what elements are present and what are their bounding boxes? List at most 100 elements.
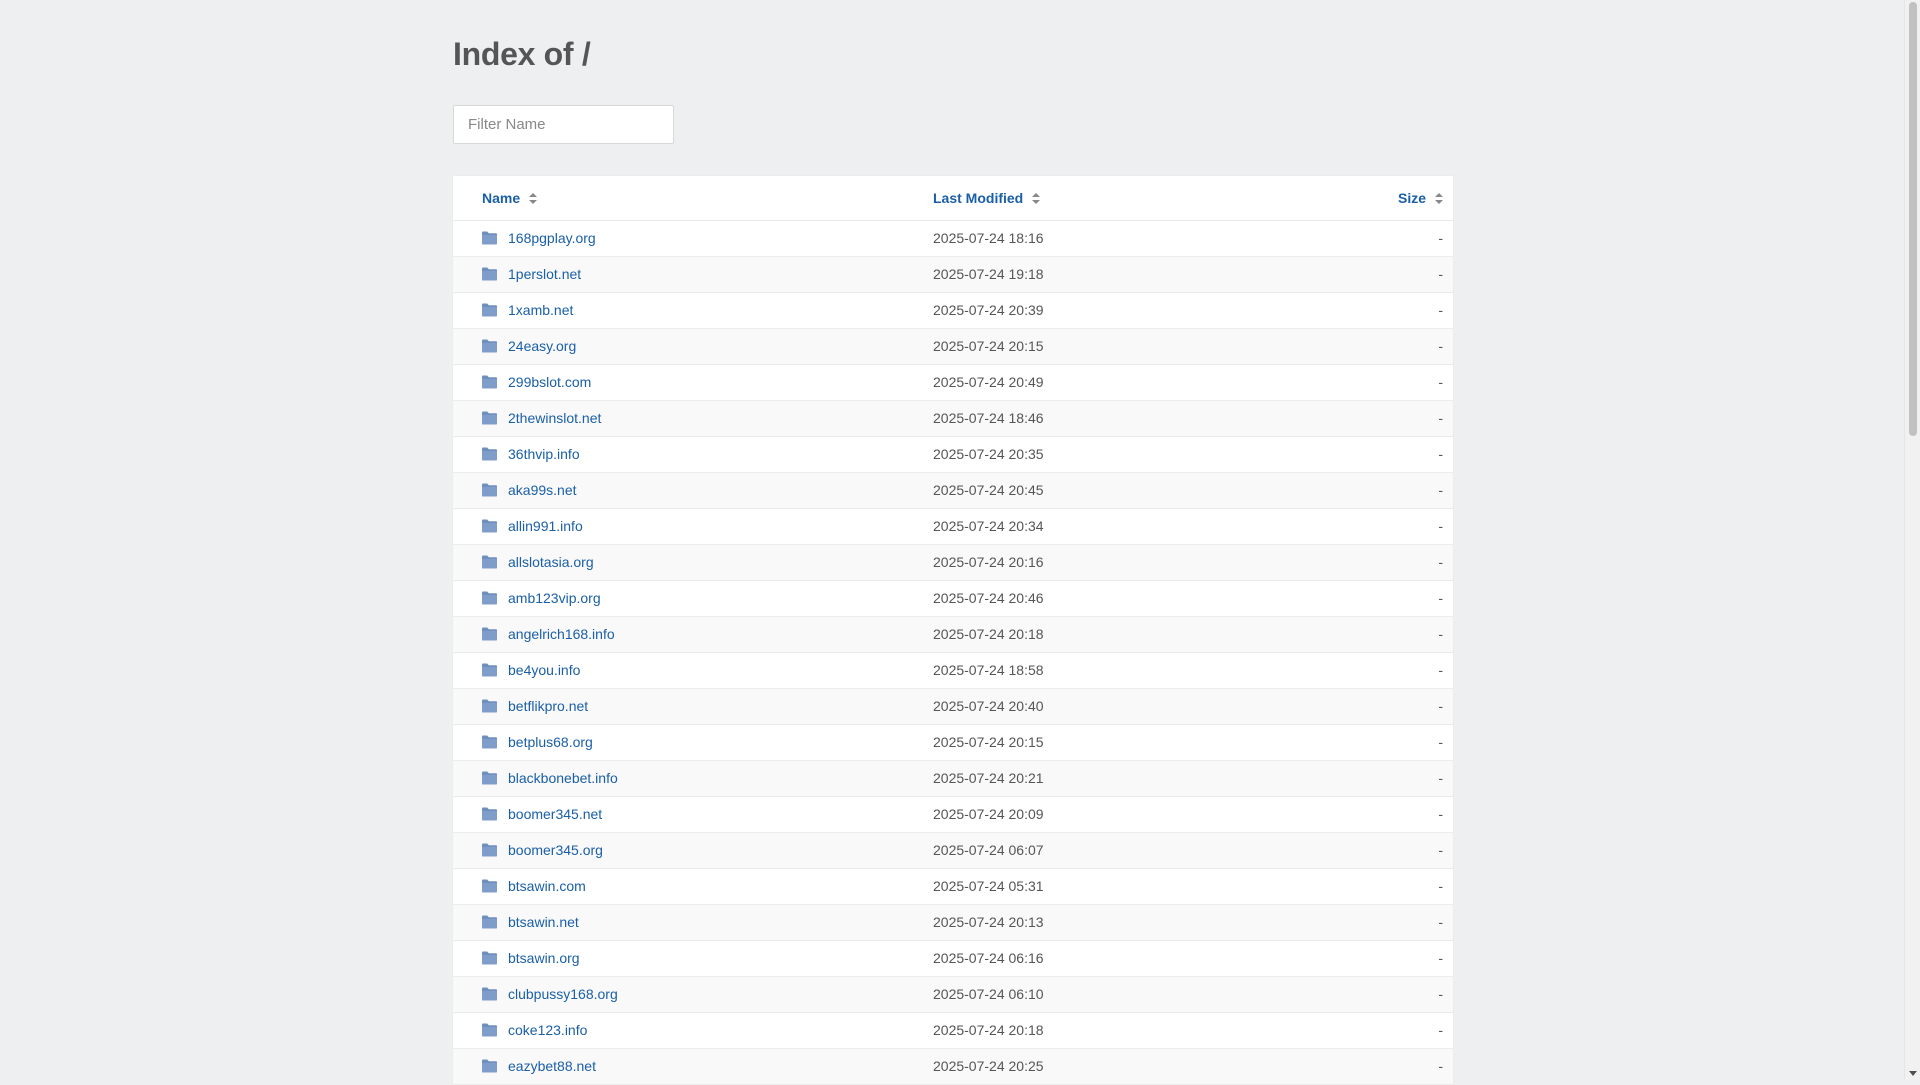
entry-name-link[interactable]: amb123vip.org bbox=[508, 590, 601, 607]
folder-icon bbox=[482, 699, 497, 713]
entry-name-link[interactable]: blackbonebet.info bbox=[508, 770, 618, 787]
list-item: amb123vip.org 2025-07-24 20:46 - bbox=[453, 581, 1453, 617]
entry-modified-date: 2025-07-24 20:15 bbox=[933, 338, 1044, 354]
folder-icon bbox=[482, 951, 497, 965]
vertical-scrollbar[interactable] bbox=[1904, 0, 1920, 1080]
list-item: betplus68.org 2025-07-24 20:15 - bbox=[453, 725, 1453, 761]
entry-name-link[interactable]: 1perslot.net bbox=[508, 266, 581, 283]
entry-modified-date: 2025-07-24 18:58 bbox=[933, 662, 1044, 678]
list-item: allin991.info 2025-07-24 20:34 - bbox=[453, 509, 1453, 545]
entry-name-link[interactable]: angelrich168.info bbox=[508, 626, 615, 643]
sort-icon bbox=[1032, 193, 1041, 205]
list-item: 36thvip.info 2025-07-24 20:35 - bbox=[453, 437, 1453, 473]
entry-name-link[interactable]: boomer345.net bbox=[508, 806, 602, 823]
list-item: betflikpro.net 2025-07-24 20:40 - bbox=[453, 689, 1453, 725]
entry-size: - bbox=[1438, 266, 1443, 282]
folder-icon bbox=[482, 555, 497, 569]
list-item: aka99s.net 2025-07-24 20:45 - bbox=[453, 473, 1453, 509]
entry-size: - bbox=[1438, 734, 1443, 750]
entry-name-link[interactable]: btsawin.org bbox=[508, 950, 580, 967]
folder-icon bbox=[482, 411, 497, 425]
size-header-label: Size bbox=[1397, 190, 1426, 206]
entry-modified-date: 2025-07-24 20:49 bbox=[933, 374, 1044, 390]
entry-modified-date: 2025-07-24 20:40 bbox=[933, 698, 1044, 714]
entry-name-link[interactable]: coke123.info bbox=[508, 1022, 587, 1039]
list-item: coke123.info 2025-07-24 20:18 - bbox=[453, 1013, 1453, 1049]
entry-size: - bbox=[1438, 230, 1443, 246]
entry-size: - bbox=[1438, 554, 1443, 570]
entry-name-link[interactable]: boomer345.org bbox=[508, 842, 603, 859]
list-item: 168pgplay.org 2025-07-24 18:16 - bbox=[453, 221, 1453, 257]
entry-size: - bbox=[1438, 662, 1443, 678]
entry-name-link[interactable]: betplus68.org bbox=[508, 734, 593, 751]
file-list: Name Last Modified Size 168pgplay.org 202… bbox=[453, 176, 1453, 1085]
list-item: btsawin.com 2025-07-24 05:31 - bbox=[453, 869, 1453, 905]
entry-name-link[interactable]: clubpussy168.org bbox=[508, 986, 618, 1003]
list-item: 1xamb.net 2025-07-24 20:39 - bbox=[453, 293, 1453, 329]
sort-by-modified-header[interactable]: Last Modified bbox=[933, 189, 1041, 207]
entry-modified-date: 2025-07-24 20:25 bbox=[933, 1058, 1044, 1074]
entry-name-link[interactable]: 2thewinslot.net bbox=[508, 410, 601, 427]
list-item: 24easy.org 2025-07-24 20:15 - bbox=[453, 329, 1453, 365]
entry-name-link[interactable]: btsawin.com bbox=[508, 878, 586, 895]
folder-icon bbox=[482, 231, 497, 245]
scroll-down-arrow-icon[interactable] bbox=[1909, 1071, 1917, 1076]
entry-modified-date: 2025-07-24 19:18 bbox=[933, 266, 1044, 282]
sort-by-size-header[interactable]: Size bbox=[1398, 189, 1443, 207]
list-item: 1perslot.net 2025-07-24 19:18 - bbox=[453, 257, 1453, 293]
entry-name-link[interactable]: 36thvip.info bbox=[508, 446, 580, 463]
folder-icon bbox=[482, 627, 497, 641]
list-item: blackbonebet.info 2025-07-24 20:21 - bbox=[453, 761, 1453, 797]
entry-size: - bbox=[1438, 302, 1443, 318]
entry-size: - bbox=[1438, 338, 1443, 354]
folder-icon bbox=[482, 807, 497, 821]
folder-icon bbox=[482, 879, 497, 893]
entry-name-link[interactable]: 1xamb.net bbox=[508, 302, 573, 319]
list-item: boomer345.org 2025-07-24 06:07 - bbox=[453, 833, 1453, 869]
entry-size: - bbox=[1438, 626, 1443, 642]
entry-name-link[interactable]: btsawin.net bbox=[508, 914, 579, 931]
entry-name-link[interactable]: allslotasia.org bbox=[508, 554, 594, 571]
entry-modified-date: 2025-07-24 20:46 bbox=[933, 590, 1044, 606]
entry-modified-date: 2025-07-24 06:10 bbox=[933, 986, 1044, 1002]
entry-size: - bbox=[1438, 518, 1443, 534]
entry-modified-date: 2025-07-24 20:39 bbox=[933, 302, 1044, 318]
entry-name-link[interactable]: be4you.info bbox=[508, 662, 580, 679]
entry-name-link[interactable]: 299bslot.com bbox=[508, 374, 591, 391]
list-item: 299bslot.com 2025-07-24 20:49 - bbox=[453, 365, 1453, 401]
entry-size: - bbox=[1438, 374, 1443, 390]
entry-name-link[interactable]: betflikpro.net bbox=[508, 698, 588, 715]
entry-modified-date: 2025-07-24 20:09 bbox=[933, 806, 1044, 822]
entry-size: - bbox=[1438, 410, 1443, 426]
entry-name-link[interactable]: aka99s.net bbox=[508, 482, 577, 499]
list-item: 2thewinslot.net 2025-07-24 18:46 - bbox=[453, 401, 1453, 437]
entry-size: - bbox=[1438, 842, 1443, 858]
entry-modified-date: 2025-07-24 20:35 bbox=[933, 446, 1044, 462]
entry-modified-date: 2025-07-24 20:45 bbox=[933, 482, 1044, 498]
page-title: Index of / bbox=[453, 36, 591, 72]
entry-modified-date: 2025-07-24 20:13 bbox=[933, 914, 1044, 930]
folder-icon bbox=[482, 915, 497, 929]
entry-size: - bbox=[1438, 482, 1443, 498]
filter-name-input[interactable] bbox=[453, 105, 674, 144]
list-header: Name Last Modified Size bbox=[453, 176, 1453, 221]
entry-modified-date: 2025-07-24 20:16 bbox=[933, 554, 1044, 570]
entry-size: - bbox=[1438, 446, 1443, 462]
entry-name-link[interactable]: 24easy.org bbox=[508, 338, 576, 355]
sort-by-name-header[interactable]: Name bbox=[482, 189, 538, 207]
entry-modified-date: 2025-07-24 20:18 bbox=[933, 1022, 1044, 1038]
folder-icon bbox=[482, 375, 497, 389]
scrollbar-thumb[interactable] bbox=[1909, 2, 1917, 436]
list-item: clubpussy168.org 2025-07-24 06:10 - bbox=[453, 977, 1453, 1013]
folder-icon bbox=[482, 1023, 497, 1037]
entry-modified-date: 2025-07-24 06:16 bbox=[933, 950, 1044, 966]
name-header-label: Name bbox=[482, 190, 521, 206]
list-item: angelrich168.info 2025-07-24 20:18 - bbox=[453, 617, 1453, 653]
entry-name-link[interactable]: allin991.info bbox=[508, 518, 583, 535]
sort-icon bbox=[1435, 193, 1443, 205]
entry-name-link[interactable]: eazybet88.net bbox=[508, 1058, 596, 1075]
folder-icon bbox=[482, 267, 497, 281]
entry-name-link[interactable]: 168pgplay.org bbox=[508, 230, 596, 247]
folder-icon bbox=[482, 663, 497, 677]
entry-modified-date: 2025-07-24 20:34 bbox=[933, 518, 1044, 534]
